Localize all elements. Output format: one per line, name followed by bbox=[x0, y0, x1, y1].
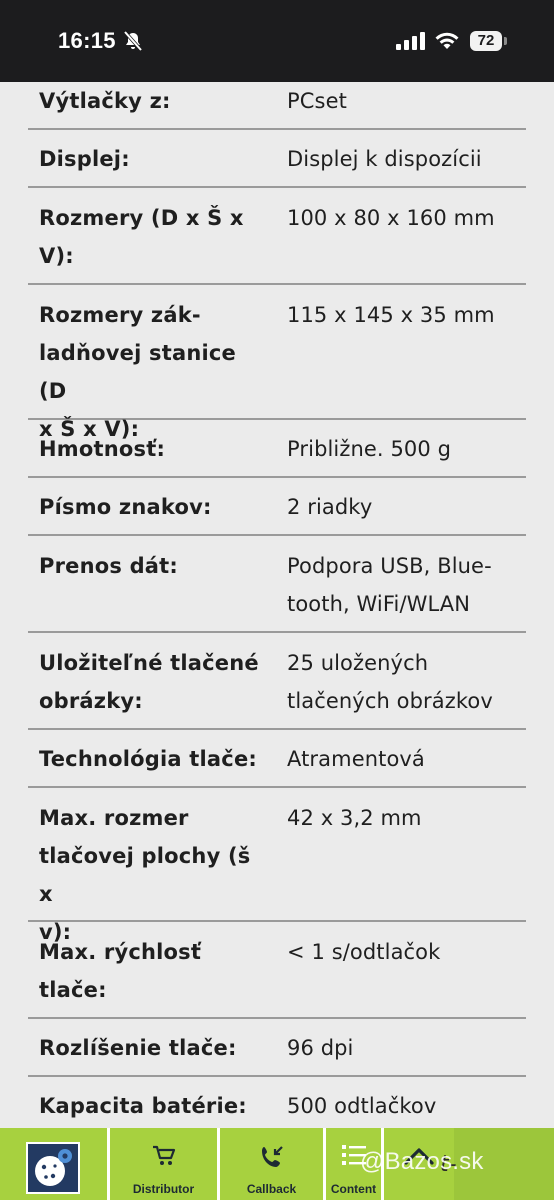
spec-label: Uložiteľné tlačené obrázky: bbox=[39, 651, 259, 713]
cookie-gear-icon bbox=[26, 1142, 80, 1194]
spec-value: 100 x 80 x 160 mm bbox=[287, 206, 495, 230]
bell-slash-icon bbox=[122, 30, 144, 56]
spec-value: Podpora USB, Blue- tooth, WiFi/WLAN bbox=[287, 554, 492, 616]
status-bar: 16:15 72 bbox=[0, 0, 554, 82]
phone-callback-icon bbox=[259, 1144, 285, 1174]
spec-row-stored-images: Uložiteľné tlačené obrázky: 25 uložených… bbox=[28, 633, 526, 730]
spec-row-print-technology: Technológia tlače: Atramentová bbox=[28, 730, 526, 788]
spec-row-resolution: Rozlíšenie tlače: 96 dpi bbox=[28, 1019, 526, 1077]
spec-label: Max. rozmer tlačovej plochy (š x v): bbox=[39, 806, 251, 944]
spec-value: 115 x 145 x 35 mm bbox=[287, 303, 495, 327]
spec-label: Prenos dát: bbox=[39, 554, 179, 578]
spec-value: < 1 s/odtlačok bbox=[287, 940, 441, 964]
spec-value: 2 riadky bbox=[287, 495, 373, 519]
spec-label: Kapacita batérie: bbox=[39, 1094, 247, 1118]
spec-label: Technológia tlače: bbox=[39, 747, 257, 771]
spec-label: Displej: bbox=[39, 147, 130, 171]
spec-row-printouts: Výtlačky z: PCset bbox=[28, 82, 526, 130]
callback-label: Callback bbox=[246, 1182, 297, 1196]
spec-value: Približne. 500 g bbox=[287, 437, 452, 461]
spec-row-max-print-area: Max. rozmer tlačovej plochy (š x v): 42 … bbox=[28, 788, 526, 944]
spec-value: 96 dpi bbox=[287, 1036, 354, 1060]
spec-row-font: Písmo znakov: 2 riadky bbox=[28, 478, 526, 536]
spec-table: Výtlačky z: PCset Displej: Displej k dis… bbox=[28, 82, 526, 1135]
watermark-logo: @Bazos.sk bbox=[360, 1148, 484, 1175]
wifi-icon bbox=[434, 31, 460, 55]
distributor-label: Distributor bbox=[132, 1182, 195, 1196]
spec-value: Displej k dispozícii bbox=[287, 147, 482, 171]
signal-icon bbox=[396, 32, 426, 54]
distributor-button[interactable]: Distributor bbox=[110, 1128, 220, 1200]
spec-row-data-transfer: Prenos dát: Podpora USB, Blue- tooth, Wi… bbox=[28, 536, 526, 633]
content-label: Content bbox=[330, 1182, 377, 1196]
battery-icon: 72 bbox=[470, 31, 507, 51]
spec-label: Výtlačky z: bbox=[39, 89, 171, 113]
spec-value: 42 x 3,2 mm bbox=[287, 806, 422, 830]
spec-value: Atramentová bbox=[287, 747, 425, 771]
spec-row-base-dimensions: Rozmery zák- ladňovej stanice (D x Š x V… bbox=[28, 285, 526, 441]
spec-label: Hmotnosť: bbox=[39, 437, 166, 461]
spec-label: Rozmery zák- ladňovej stanice (D x Š x V… bbox=[39, 303, 236, 441]
spec-row-max-speed: Max. rýchlosť tlače: < 1 s/odtlačok bbox=[28, 922, 526, 1019]
spec-row-battery-capacity: Kapacita batérie: 500 odtlačkov bbox=[28, 1077, 526, 1135]
spec-label: Max. rýchlosť tlače: bbox=[39, 940, 202, 1002]
cart-icon bbox=[151, 1144, 177, 1172]
spec-row-dimensions: Rozmery (D x Š x V): 100 x 80 x 160 mm bbox=[28, 188, 526, 285]
spec-label: Rozmery (D x Š x V): bbox=[39, 206, 244, 268]
callback-button[interactable]: Callback bbox=[220, 1128, 326, 1200]
spec-row-weight: Hmotnosť: Približne. 500 g bbox=[28, 420, 526, 478]
spec-value: PCset bbox=[287, 89, 347, 113]
spec-label: Písmo znakov: bbox=[39, 495, 212, 519]
spec-row-display: Displej: Displej k dispozícii bbox=[28, 130, 526, 188]
spec-value: 500 odtlačkov bbox=[287, 1094, 437, 1118]
spec-value: 25 uložených tlačených obrázkov bbox=[287, 651, 493, 713]
battery-level: 72 bbox=[470, 31, 502, 51]
spec-label: Rozlíšenie tlače: bbox=[39, 1036, 237, 1060]
cookie-settings-button[interactable] bbox=[0, 1128, 110, 1200]
status-time: 16:15 bbox=[58, 28, 116, 53]
